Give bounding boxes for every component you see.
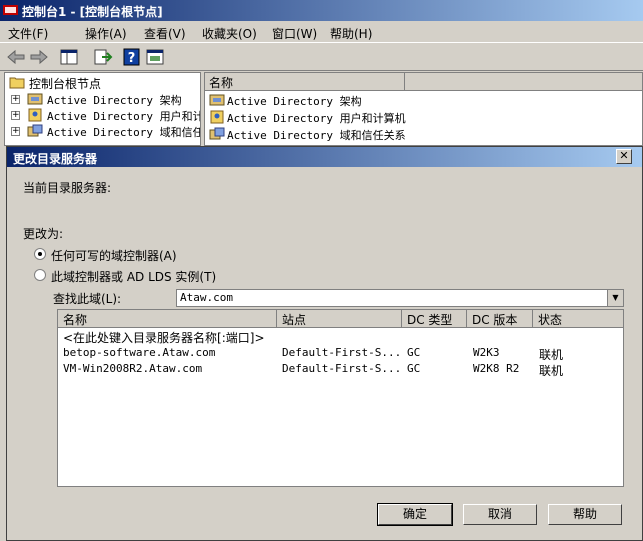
- chevron-down-icon[interactable]: ▼: [607, 290, 623, 306]
- ad-schema-icon: [209, 94, 225, 106]
- folder-icon: [9, 77, 25, 89]
- domain-combobox[interactable]: Ataw.com ▼: [176, 289, 624, 307]
- dc-site: Default-First-S...: [282, 362, 402, 375]
- radio-any-writable-dc-label[interactable]: 任何可写的域控制器(A): [51, 247, 177, 264]
- dc-list-header: 名称 站点 DC 类型 DC 版本 状态: [58, 310, 623, 328]
- dc-type: GC: [407, 346, 421, 359]
- column-header-name[interactable]: 名称: [58, 310, 277, 327]
- column-header-status[interactable]: 状态: [533, 310, 623, 327]
- list-item-label: Active Directory 域和信任关系: [227, 129, 406, 142]
- forward-arrow-icon[interactable]: [28, 47, 50, 67]
- export-list-icon[interactable]: [92, 47, 114, 67]
- tree-item-users-computers[interactable]: + Active Directory 用户和计: [7, 107, 201, 123]
- change-directory-server-dialog: 更改目录服务器 ✕ 当前目录服务器: 更改为: 任何可写的域控制器(A) 此域控…: [6, 146, 643, 541]
- console-tree[interactable]: 控制台根节点 + Active Directory 架构 + Active Di…: [4, 72, 201, 146]
- list-item[interactable]: Active Directory 用户和计算机: [207, 109, 637, 125]
- properties-icon[interactable]: [144, 47, 166, 67]
- list-item[interactable]: Active Directory 域和信任关系: [207, 126, 637, 142]
- close-icon: ✕: [619, 149, 629, 162]
- dialog-title: 更改目录服务器: [13, 152, 98, 166]
- dc-status: 联机: [539, 364, 564, 378]
- list-item-label: Active Directory 用户和计算机: [227, 112, 406, 125]
- dc-site: Default-First-S...: [282, 346, 402, 359]
- dc-version: W2K3: [473, 346, 500, 359]
- close-button[interactable]: ✕: [616, 149, 632, 164]
- tree-item-label: Active Directory 架构: [47, 92, 182, 108]
- ok-button[interactable]: 确定: [377, 503, 453, 526]
- column-header-name[interactable]: 名称: [205, 73, 405, 90]
- help-button[interactable]: 帮助: [548, 504, 622, 525]
- menu-window[interactable]: 窗口(W): [272, 25, 317, 42]
- expand-icon[interactable]: +: [11, 127, 20, 136]
- menu-action[interactable]: 操作(A): [85, 25, 127, 42]
- radio-specific-dc[interactable]: [34, 269, 46, 281]
- cancel-button[interactable]: 取消: [463, 504, 537, 525]
- tree-item-label: Active Directory 用户和计: [47, 110, 201, 123]
- expand-icon[interactable]: +: [11, 95, 20, 104]
- dc-list[interactable]: 名称 站点 DC 类型 DC 版本 状态 <在此处键入目录服务器名称[:端口]>…: [57, 309, 624, 487]
- dc-version: W2K8 R2: [473, 362, 520, 375]
- show-tree-icon[interactable]: [58, 47, 80, 67]
- dc-entry-placeholder-row[interactable]: <在此处键入目录服务器名称[:端口]>: [58, 328, 623, 346]
- ad-schema-icon: [27, 93, 43, 105]
- list-header: 名称: [205, 73, 642, 91]
- tree-root-label: 控制台根节点: [29, 75, 102, 92]
- ad-domains-icon: [209, 127, 225, 140]
- tree-root[interactable]: 控制台根节点: [7, 74, 197, 92]
- tree-item-schema[interactable]: + Active Directory 架构: [7, 91, 200, 108]
- menu-favorites[interactable]: 收藏夹(O): [202, 25, 257, 42]
- tree-item-label: Active Directory 域和信任: [47, 126, 201, 139]
- ad-users-icon: [210, 110, 224, 124]
- menu-bar: 文件(F) 操作(A) 查看(V) 收藏夹(O) 窗口(W) 帮助(H): [0, 21, 643, 43]
- result-list[interactable]: 名称 Active Directory 架构 Active Directory …: [204, 72, 643, 146]
- svg-text:?: ?: [128, 51, 136, 66]
- expand-icon[interactable]: +: [11, 111, 20, 120]
- column-header-dc-version[interactable]: DC 版本: [467, 310, 533, 327]
- back-arrow-icon[interactable]: [5, 47, 27, 67]
- radio-specific-dc-label[interactable]: 此域控制器或 AD LDS 实例(T): [51, 268, 216, 285]
- list-item-label: Active Directory 架构: [227, 95, 362, 108]
- toolbar: ?: [0, 43, 643, 71]
- column-header-empty: [405, 73, 642, 90]
- radio-any-writable-dc[interactable]: [34, 248, 46, 260]
- ad-users-icon: [28, 108, 42, 122]
- menu-file[interactable]: 文件(F): [8, 25, 48, 42]
- column-header-dc-type[interactable]: DC 类型: [402, 310, 467, 327]
- dc-entry-placeholder[interactable]: <在此处键入目录服务器名称[:端口]>: [63, 329, 265, 346]
- lookin-domain-label: 查找此域(L):: [53, 292, 122, 306]
- dc-name: VM-Win2008R2.Ataw.com: [63, 362, 203, 375]
- dc-type: GC: [407, 362, 421, 375]
- dialog-title-bar[interactable]: 更改目录服务器 ✕: [7, 147, 642, 167]
- window-title: 控制台1 - [控制台根节点]: [22, 5, 163, 19]
- current-server-label: 当前目录服务器:: [23, 181, 112, 195]
- menu-view[interactable]: 查看(V): [144, 25, 186, 42]
- menu-help[interactable]: 帮助(H): [330, 25, 372, 42]
- column-header-site[interactable]: 站点: [277, 310, 402, 327]
- help-icon[interactable]: ?: [121, 47, 143, 67]
- ad-domains-icon: [27, 124, 43, 137]
- domain-combobox-value: Ataw.com: [180, 291, 233, 304]
- console-icon: [3, 5, 18, 15]
- table-row[interactable]: betop-software.Ataw.com Default-First-S.…: [58, 345, 623, 362]
- dc-name: betop-software.Ataw.com: [63, 346, 216, 359]
- change-to-label: 更改为:: [23, 227, 64, 241]
- table-row[interactable]: VM-Win2008R2.Ataw.com Default-First-S...…: [58, 361, 623, 378]
- window-title-bar[interactable]: 控制台1 - [控制台根节点]: [0, 0, 643, 21]
- tree-item-domains-trusts[interactable]: + Active Directory 域和信任: [7, 123, 201, 139]
- list-item[interactable]: Active Directory 架构: [207, 92, 637, 108]
